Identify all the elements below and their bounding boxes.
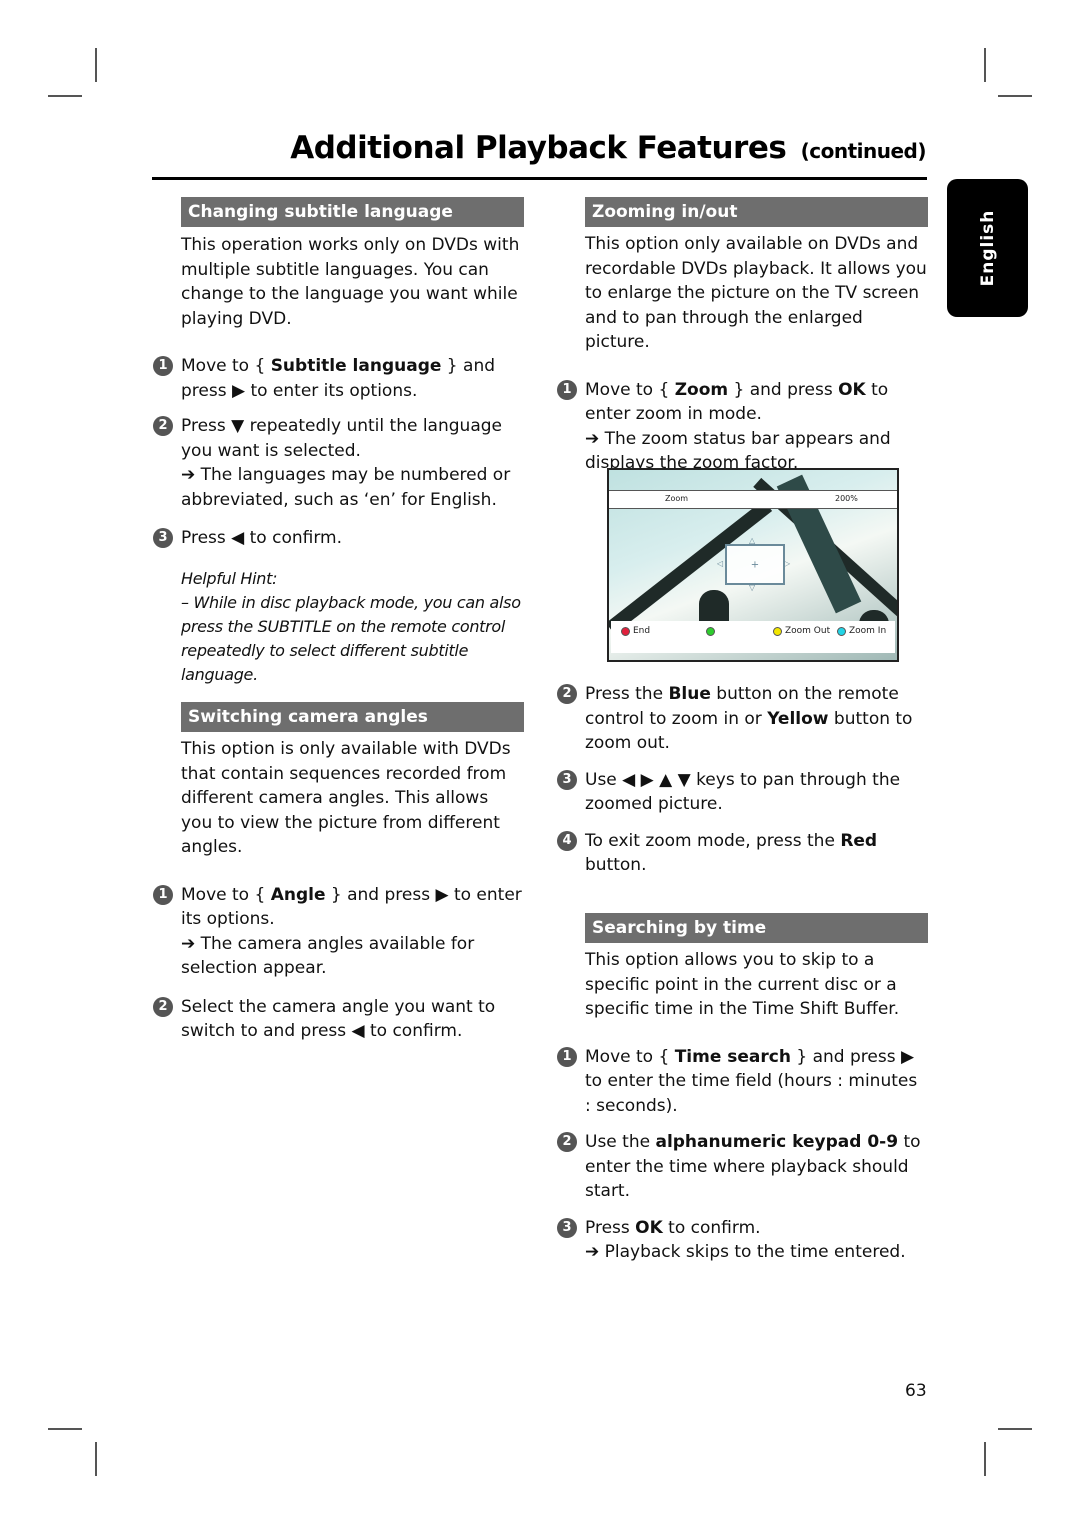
section-zoom-steps: 2 Press the Blue button on the remote co… (557, 682, 928, 878)
menu-option: Zoom (674, 379, 729, 400)
step-number-icon: 3 (557, 769, 577, 790)
section-subtitle-language: Changing subtitle language This operatio… (153, 197, 524, 687)
section-intro: This option allows you to skip to a spec… (585, 950, 900, 1019)
step-text: Press the (585, 684, 669, 704)
step-text: Press ▼ repeatedly until the language yo… (181, 416, 502, 461)
step-text: Move to { (585, 379, 675, 400)
step-text: Move to { (181, 884, 271, 905)
step-text: Use the (585, 1132, 656, 1152)
step-text: } and press (728, 379, 839, 400)
crosshair-icon: + (750, 559, 760, 570)
page-title-text: Additional Playback Features (290, 130, 787, 166)
zoom-status-bar: Zoom 200% (609, 490, 897, 509)
pan-window: + (725, 544, 785, 585)
crop-mark (998, 95, 1032, 97)
step-3: 3 Press OK to confirm. ➔ Playback skips … (557, 1216, 928, 1265)
page-number: 63 (905, 1381, 927, 1401)
section-intro: This operation works only on DVDs with m… (181, 235, 520, 329)
step-number-icon: 2 (153, 416, 173, 436)
step-result: ➔ The camera angles available for select… (181, 933, 475, 979)
menu-option: Angle (270, 884, 326, 905)
crop-mark (984, 1442, 986, 1476)
crop-mark (95, 1442, 97, 1476)
step-1: 1 Move to { Angle } and press ▶ to enter… (153, 883, 524, 981)
section-intro: This option is only available with DVDs … (181, 739, 511, 857)
key-name: Yellow (767, 708, 829, 729)
step-3: 3 Press ◀ to confirm. (153, 526, 524, 551)
section-camera-angles: Switching camera angles This option is o… (153, 702, 524, 1044)
step-text: Select the camera angle you want to swit… (181, 996, 496, 1042)
zoom-value: 200% (835, 494, 858, 503)
step-text: button. (585, 855, 647, 875)
step-number-icon: 4 (557, 830, 577, 851)
step-number-icon: 3 (153, 528, 173, 548)
step-4: 4 To exit zoom mode, press the Red butto… (557, 829, 928, 878)
menu-option: Subtitle language (270, 356, 442, 376)
red-button-icon (621, 627, 630, 636)
step-1: 1 Move to { Subtitle language } and pres… (153, 354, 524, 403)
zoom-label: Zoom (665, 494, 689, 503)
color-button-bar: End Zoom Out Zoom In (611, 621, 895, 653)
section-heading: Switching camera angles (181, 702, 524, 732)
crop-mark (998, 1428, 1032, 1430)
crop-mark (95, 48, 97, 82)
green-button-icon (706, 627, 715, 636)
step-text: Move to { (181, 356, 271, 376)
language-tab: English (947, 179, 1028, 317)
section-heading: Searching by time (585, 913, 928, 943)
hint-text: – While in disc playback mode, you can a… (181, 592, 521, 684)
page-title: Additional Playback Features (continued) (290, 130, 926, 166)
step-number-icon: 2 (557, 1132, 577, 1152)
section-time-search: Searching by time This option allows you… (557, 913, 928, 1265)
step-number-icon: 1 (153, 884, 173, 905)
page-title-suffix: (continued) (800, 139, 927, 163)
step-number-icon: 2 (153, 996, 173, 1017)
key-name: OK (838, 379, 866, 400)
step-2: 2 Select the camera angle you want to sw… (153, 995, 524, 1044)
menu-option: Time search (674, 1046, 791, 1067)
section-zoom: Zooming in/out This option only availabl… (557, 197, 928, 476)
step-2: 2 Press the Blue button on the remote co… (557, 682, 928, 756)
step-2: 2 Use the alphanumeric keypad 0-9 to ent… (557, 1130, 928, 1204)
key-name: Red (840, 830, 878, 851)
key-name: alphanumeric keypad 0-9 (655, 1132, 899, 1152)
step-1: 1 Move to { Time search } and press ▶ to… (557, 1045, 928, 1119)
step-number-icon: 3 (557, 1217, 577, 1238)
step-number-icon: 2 (557, 684, 577, 704)
blue-button-icon (837, 627, 846, 636)
button-label: End (633, 626, 651, 636)
crop-mark (48, 1428, 82, 1430)
crop-mark (984, 48, 986, 82)
step-text: Press (585, 1217, 636, 1238)
language-tab-label: English (977, 209, 998, 287)
button-label: Zoom In (849, 626, 887, 636)
step-number-icon: 1 (153, 356, 173, 376)
title-rule (152, 177, 927, 180)
step-text: to confirm. (662, 1217, 761, 1238)
key-name: Blue (668, 684, 711, 704)
step-text: Move to { (585, 1046, 675, 1067)
yellow-button-icon (773, 627, 782, 636)
step-text: To exit zoom mode, press the (585, 830, 841, 851)
hint-title: Helpful Hint: (181, 568, 278, 588)
step-3: 3 Use ◀ ▶ ▲ ▼ keys to pan through the zo… (557, 768, 928, 817)
section-heading: Zooming in/out (585, 197, 928, 227)
crop-mark (48, 95, 82, 97)
step-1: 1 Move to { Zoom } and press OK to enter… (557, 378, 928, 476)
helpful-hint: Helpful Hint: – While in disc playback m… (181, 567, 524, 687)
pan-left-icon: ◁ (717, 559, 724, 568)
step-text: Use ◀ ▶ ▲ ▼ keys to pan through the zoom… (585, 769, 901, 815)
step-number-icon: 1 (557, 379, 577, 400)
zoom-screen-illustration: Zoom 200% △ ▽ ◁ ▷ + End Zoom Out Zoom In (607, 468, 899, 662)
key-name: OK (635, 1217, 663, 1238)
section-heading: Changing subtitle language (181, 197, 524, 227)
step-result: ➔ The languages may be numbered or abbre… (181, 465, 511, 510)
step-number-icon: 1 (557, 1046, 577, 1067)
section-intro: This option only available on DVDs and r… (585, 234, 927, 352)
step-result: ➔ Playback skips to the time entered. (585, 1242, 906, 1262)
button-label: Zoom Out (785, 626, 831, 636)
step-text: Press ◀ to confirm. (181, 528, 342, 548)
step-2: 2 Press ▼ repeatedly until the language … (153, 414, 524, 512)
